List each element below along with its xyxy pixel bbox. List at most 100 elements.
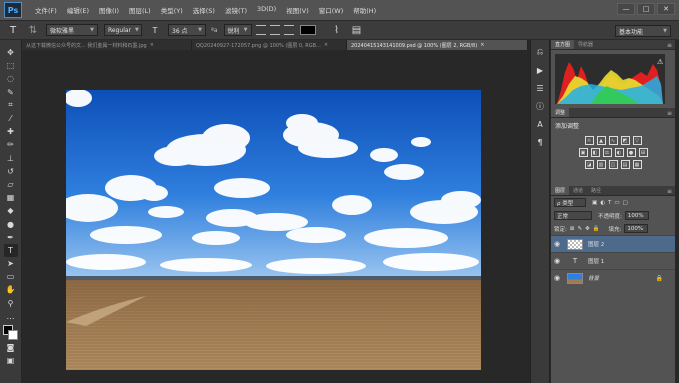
gradient-map-icon[interactable]: ▽ <box>632 136 642 145</box>
move-tool-icon[interactable]: ✥ <box>4 46 18 59</box>
tab-channels[interactable]: 通道 <box>569 186 587 195</box>
document-tab[interactable]: QQ20240927-172057.png @ 100% (图层 0, RGB.… <box>192 40 347 50</box>
fill-input[interactable]: 100% <box>624 224 649 233</box>
quick-select-tool-icon[interactable]: ✎ <box>4 86 18 99</box>
menu-file[interactable]: 文件(F) <box>30 5 62 15</box>
shape-tool-icon[interactable]: ▭ <box>4 270 18 283</box>
minimize-button[interactable]: — <box>617 3 635 15</box>
pen-tool-icon[interactable]: ✒ <box>4 231 18 244</box>
layer-row[interactable]: ◉ 背景 🔒 <box>551 269 675 286</box>
text-color-swatch[interactable] <box>299 25 316 35</box>
selective-color-icon[interactable]: ▤ <box>620 160 630 169</box>
properties-panel-icon[interactable]: ☰ <box>534 82 546 94</box>
layer-kind-filter[interactable]: ρ 类型 <box>554 198 586 207</box>
paragraph-panel-icon[interactable]: ¶ <box>534 136 546 148</box>
actions-panel-icon[interactable]: ▶ <box>534 64 546 76</box>
close-tab-icon[interactable]: × <box>480 42 484 48</box>
hue-saturation-icon[interactable]: ◧ <box>590 148 600 157</box>
character-panel-icon[interactable]: A <box>534 118 546 130</box>
menu-edit[interactable]: 编辑(E) <box>62 5 94 15</box>
align-center-icon[interactable] <box>269 25 280 35</box>
crop-tool-icon[interactable]: ⌗ <box>4 99 18 112</box>
tab-adjustments[interactable]: 调整 <box>551 108 570 117</box>
type-tool-icon[interactable]: T <box>3 243 18 257</box>
screen-mode-icon[interactable]: ▣ <box>4 354 18 367</box>
visibility-eye-icon[interactable]: ◉ <box>551 240 563 248</box>
color-swatches[interactable] <box>2 324 19 341</box>
dodge-tool-icon[interactable]: ● <box>4 217 18 230</box>
brush-tool-icon[interactable]: ✏ <box>4 138 18 151</box>
character-panel-icon[interactable]: ▤ <box>350 23 364 37</box>
close-button[interactable]: ✕ <box>657 3 675 15</box>
tab-navigator[interactable]: 导航器 <box>574 40 597 49</box>
tab-histogram[interactable]: 直方图 <box>551 40 575 49</box>
font-family-select[interactable]: 微软雅黑 ▼ <box>46 24 98 36</box>
menu-help[interactable]: 帮助(H) <box>348 5 381 15</box>
clone-stamp-icon[interactable]: ⊥ <box>4 152 18 165</box>
background-color[interactable] <box>7 329 18 340</box>
filter-icons[interactable]: ▣◐T▭▢ <box>592 200 631 206</box>
blend-mode-select[interactable]: 正常 <box>554 211 592 220</box>
tab-paths[interactable]: 路径 <box>587 186 605 195</box>
color-balance-icon[interactable]: ⚖ <box>602 148 612 157</box>
text-tool-icon[interactable]: T <box>6 23 20 37</box>
brightness-icon[interactable]: ☼ <box>584 136 594 145</box>
menu-select[interactable]: 选择(S) <box>188 5 220 15</box>
visibility-eye-icon[interactable]: ◉ <box>551 274 563 282</box>
panel-menu-icon[interactable]: ≡ <box>667 110 672 117</box>
align-right-icon[interactable] <box>283 25 294 35</box>
color-lookup-icon[interactable]: ▦ <box>632 160 642 169</box>
menu-image[interactable]: 图像(I) <box>94 5 124 15</box>
lock-icons[interactable]: ⊠✎✥🔒 <box>570 226 603 232</box>
channel-mixer-icon[interactable]: ⊞ <box>638 148 648 157</box>
menu-view[interactable]: 视图(V) <box>281 5 314 15</box>
close-tab-icon[interactable]: × <box>324 42 328 48</box>
zoom-tool-icon[interactable]: ⚲ <box>4 297 18 310</box>
menu-type[interactable]: 类型(Y) <box>156 5 188 15</box>
eyedropper-tool-icon[interactable]: ⁄ <box>4 112 18 125</box>
exposure-icon[interactable]: ◩ <box>620 136 630 145</box>
menu-layer[interactable]: 图层(L) <box>124 5 156 15</box>
quick-mask-icon[interactable]: ◙ <box>4 341 18 354</box>
curves-icon[interactable]: ∿ <box>608 136 618 145</box>
maximize-button[interactable]: □ <box>637 3 655 15</box>
warp-text-icon[interactable]: ⌇ <box>330 23 344 37</box>
canvas-area[interactable] <box>22 50 528 383</box>
black-white-icon[interactable]: ◐ <box>614 148 624 157</box>
text-orientation-icon[interactable]: ⇅ <box>26 23 40 37</box>
path-select-tool-icon[interactable]: ➤ <box>4 257 18 270</box>
layer-row[interactable]: ◉ T 图层 1 <box>551 252 675 269</box>
tab-layers[interactable]: 图层 <box>551 186 570 195</box>
menu-3d[interactable]: 3D(D) <box>252 5 281 15</box>
document-tab-active[interactable]: 20240415143141009.psd @ 100% (图层 2, RGB/… <box>347 40 528 50</box>
invert-icon[interactable]: ◪ <box>584 160 594 169</box>
hand-tool-icon[interactable]: ✋ <box>4 283 18 296</box>
menu-filter[interactable]: 滤镜(T) <box>220 5 252 15</box>
layer-row[interactable]: ◉ 图层 2 <box>551 235 675 252</box>
workspace-select[interactable]: 基本功能 ▼ <box>615 25 671 37</box>
opacity-input[interactable]: 100% <box>624 211 649 220</box>
font-size-select[interactable]: 36 点 ▼ <box>168 24 206 36</box>
more-tools-icon[interactable]: … <box>4 310 18 323</box>
photo-filter-icon[interactable]: ● <box>626 148 636 157</box>
levels-icon[interactable]: ▲ <box>596 136 606 145</box>
gradient-tool-icon[interactable]: ▦ <box>4 191 18 204</box>
visibility-eye-icon[interactable]: ◉ <box>551 257 563 265</box>
threshold-icon[interactable]: ◫ <box>608 160 618 169</box>
document-tab[interactable]: 从这下载微信公众号的文... 我们金属一材料和石墨.jpg × <box>22 40 192 50</box>
document-image[interactable] <box>66 90 481 370</box>
panel-menu-icon[interactable]: ≡ <box>667 42 672 49</box>
history-brush-icon[interactable]: ↺ <box>4 165 18 178</box>
marquee-tool-icon[interactable]: ⬚ <box>4 59 18 72</box>
info-panel-icon[interactable]: ⓘ <box>534 100 546 112</box>
antialias-select[interactable]: 锐利 ▼ <box>223 24 252 36</box>
history-panel-icon[interactable]: ⎌ <box>534 46 546 58</box>
posterize-icon[interactable]: ▥ <box>596 160 606 169</box>
close-tab-icon[interactable]: × <box>150 42 154 48</box>
font-style-select[interactable]: Regular ▼ <box>104 24 142 36</box>
lasso-tool-icon[interactable]: ◌ <box>4 72 18 85</box>
healing-brush-icon[interactable]: ✚ <box>4 125 18 138</box>
eraser-tool-icon[interactable]: ▱ <box>4 178 18 191</box>
vibrance-icon[interactable]: ▣ <box>578 148 588 157</box>
blur-tool-icon[interactable]: ◆ <box>4 204 18 217</box>
